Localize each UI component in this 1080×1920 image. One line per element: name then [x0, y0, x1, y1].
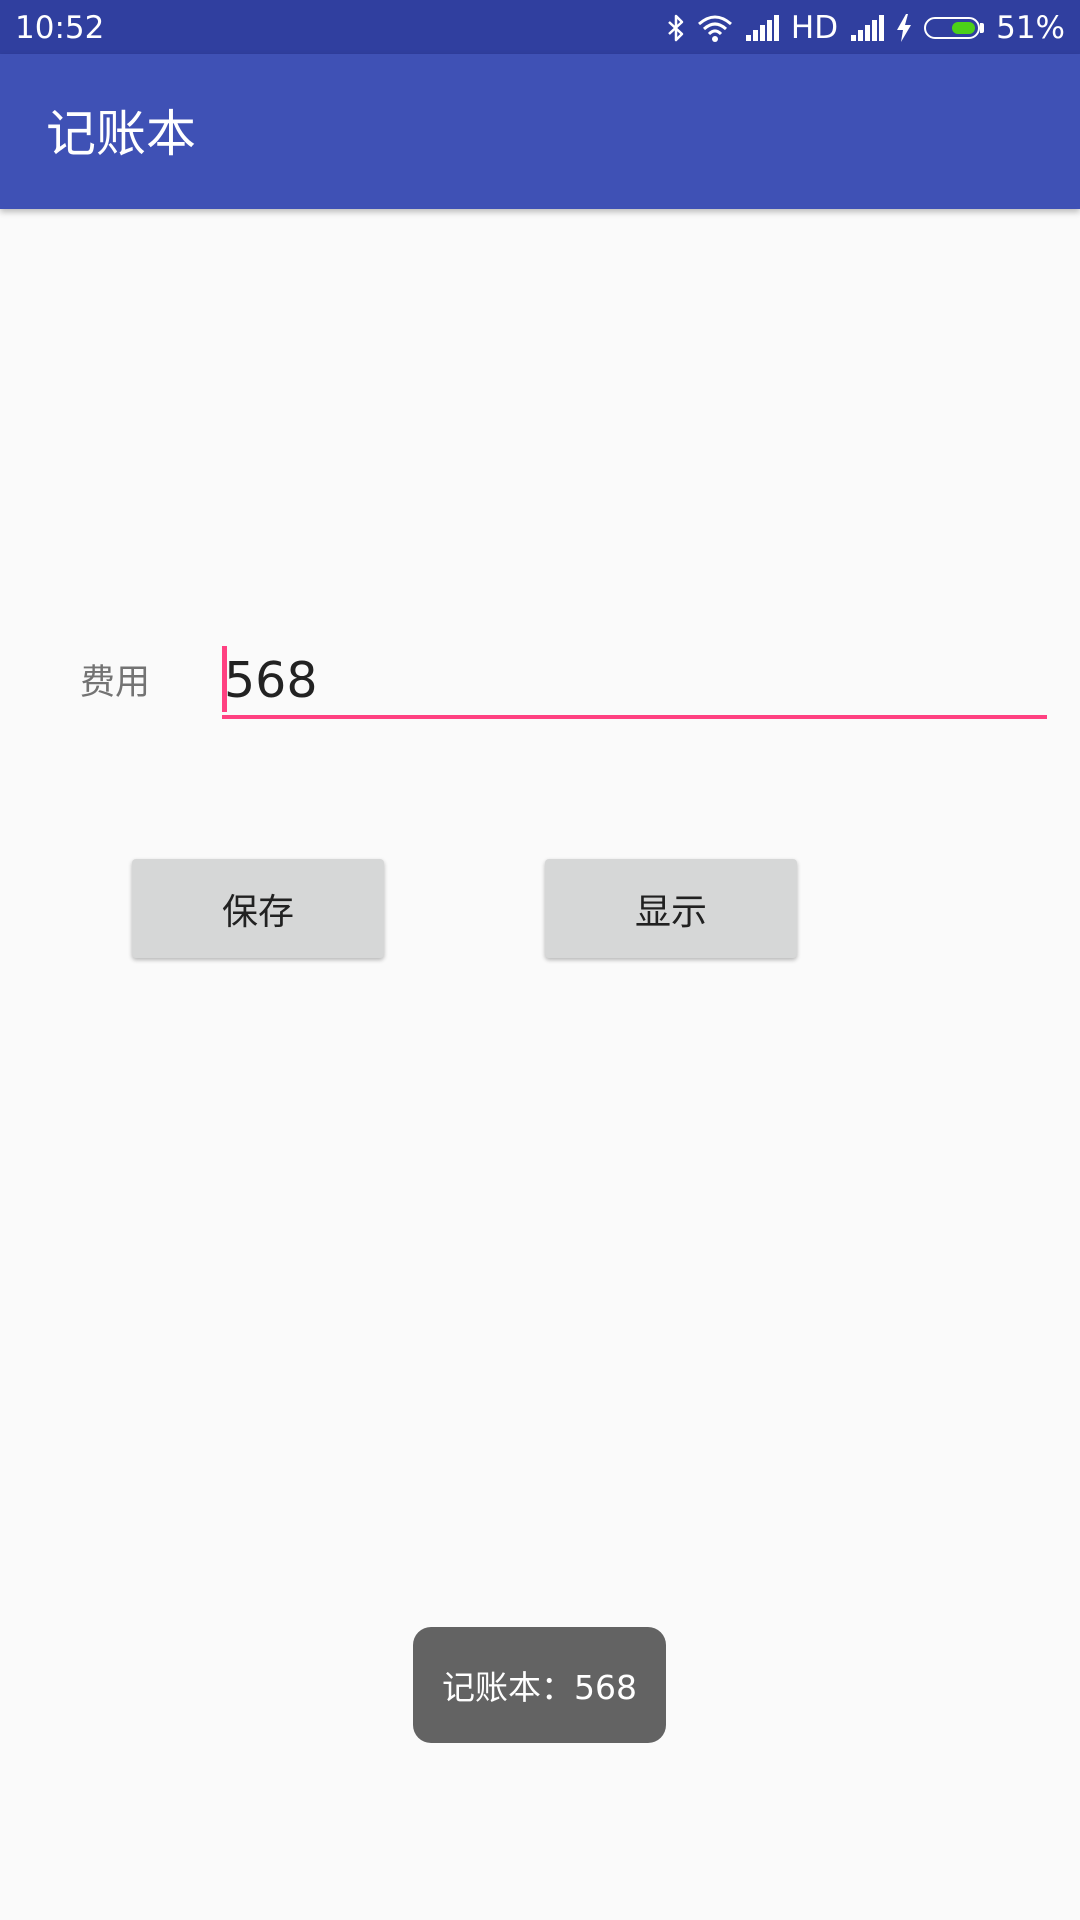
app-title: 记账本	[46, 105, 196, 163]
toast-message: 记账本：568	[413, 1627, 666, 1743]
charging-icon	[896, 14, 912, 42]
bluetooth-icon	[667, 14, 685, 42]
save-button[interactable]: 保存	[132, 859, 384, 958]
amount-label: 费用	[80, 663, 151, 703]
amount-input[interactable]	[222, 645, 1047, 719]
network-type: HD	[790, 10, 839, 46]
status-time: 10:52	[15, 10, 105, 46]
signal-icon-2	[850, 15, 885, 41]
show-button[interactable]: 显示	[545, 859, 797, 958]
app-bar: 记账本	[0, 54, 1080, 209]
text-cursor	[222, 646, 227, 712]
wifi-icon	[697, 14, 733, 42]
signal-icon	[745, 15, 779, 41]
battery-icon	[924, 17, 985, 39]
status-icons: HD 51%	[667, 8, 1065, 48]
battery-percent: 51%	[996, 10, 1065, 46]
status-bar: 10:52 HD 51%	[0, 0, 1080, 54]
